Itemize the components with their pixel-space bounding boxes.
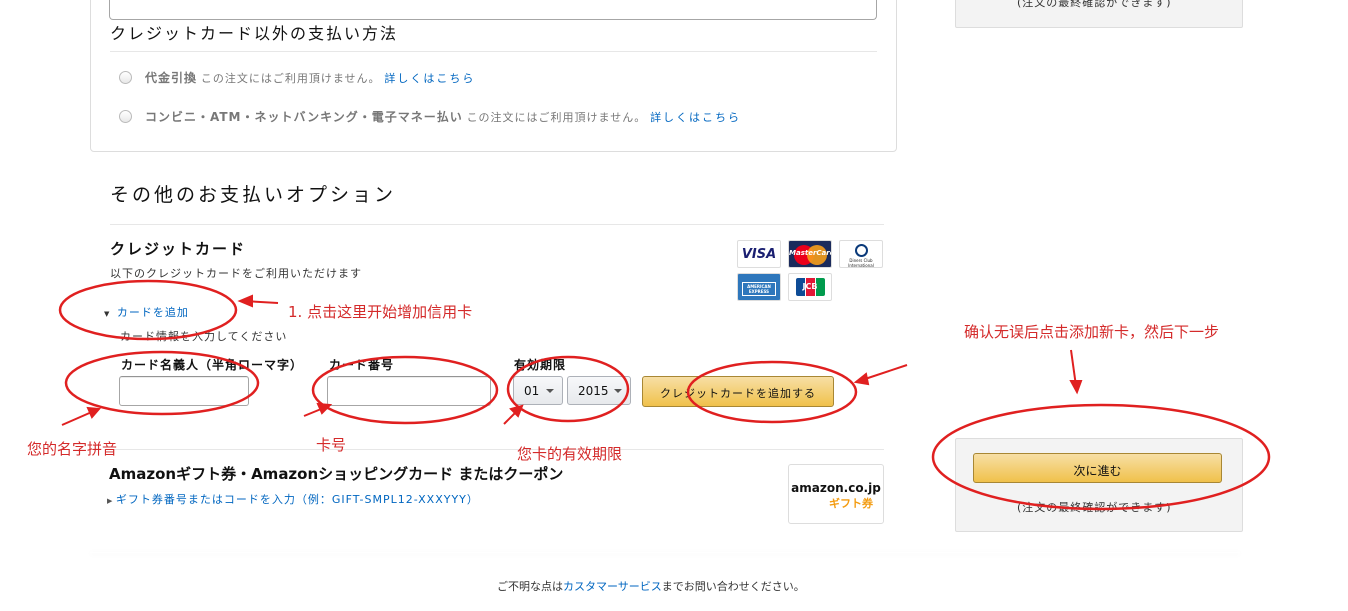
cod-row: 代金引換 この注文にはご利用頂けません。 詳しくはこちら: [145, 69, 475, 86]
cod-note: この注文にはご利用頂けません。: [200, 72, 381, 85]
arrow-confirm: [1070, 349, 1077, 387]
diners-logo: Diners Club International: [839, 240, 883, 268]
arrow-number: [303, 406, 327, 417]
other-methods-heading: クレジットカード以外の支払い方法: [110, 24, 399, 43]
annotation-number: 卡号: [316, 436, 347, 454]
card-instructions: カード情報を入力してください: [120, 330, 288, 343]
cardholder-name-input[interactable]: [119, 376, 249, 406]
arrow-name: [61, 410, 95, 426]
triangle-right-icon: ▶: [107, 497, 113, 505]
konbini-radio[interactable]: [119, 110, 132, 123]
customer-service-link[interactable]: カスタマーサービス: [563, 580, 662, 593]
divider: [110, 51, 877, 52]
annotation-confirm: 确认无误后点击添加新卡，然后下一步: [964, 323, 1220, 341]
sidebar-top-note: (注文の最終確認ができます): [1017, 0, 1172, 9]
expiry-year-select[interactable]: 2015: [567, 376, 631, 405]
annotation-step1: 1. 点击这里开始增加信用卡: [288, 303, 473, 321]
konbini-note: この注文にはご利用頂けません。: [466, 111, 647, 124]
annotation-expiry: 您卡的有效期限: [517, 445, 623, 463]
chevron-down-icon: [614, 389, 622, 393]
sidebar-bottom-note: (注文の最終確認ができます): [1017, 501, 1172, 514]
triangle-down-icon: ▼: [104, 310, 110, 318]
konbini-row: コンビニ・ATM・ネットバンキング・電子マネー払い この注文にはご利用頂けません…: [145, 108, 741, 125]
next-button[interactable]: 次に進む: [973, 453, 1222, 483]
gift-code-toggle[interactable]: ▶ ギフト券番号またはコードを入力（例：GIFT-SMPL12-XXXYYY）: [107, 491, 479, 507]
add-card-link[interactable]: カードを追加: [117, 306, 189, 319]
credit-card-title: クレジットカード: [110, 240, 247, 258]
credit-card-subtitle: 以下のクレジットカードをご利用いただけます: [110, 267, 362, 280]
konbini-details-link[interactable]: 詳しくはこちら: [650, 111, 741, 124]
cod-label: 代金引換: [145, 71, 198, 85]
card-number-input[interactable]: [327, 376, 491, 406]
konbini-label: コンビニ・ATM・ネットバンキング・電子マネー払い: [145, 110, 463, 124]
expiry-label: 有効期限: [514, 358, 567, 372]
arrow-expiry: [503, 409, 519, 425]
expiry-month-select[interactable]: 01: [513, 376, 563, 405]
divider: [110, 449, 884, 450]
arrow-add-button: [861, 364, 908, 381]
footer-help-text: ご不明な点はカスタマーサービスまでお問い合わせください。: [497, 580, 805, 593]
cardholder-name-label: カード名義人（半角ローマ字）: [121, 358, 304, 372]
jcb-logo: JCB: [788, 273, 832, 301]
gift-title: Amazonギフト券・Amazonショッピングカード またはクーポン: [109, 465, 564, 483]
arrow-step1: [243, 300, 279, 304]
gift-code-link[interactable]: ギフト券番号またはコードを入力（例：GIFT-SMPL12-XXXYYY）: [116, 493, 479, 506]
mastercard-logo: MasterCard: [788, 240, 832, 268]
cod-radio[interactable]: [119, 71, 132, 84]
amazon-gift-logo: amazon.co.jp ギフト券: [788, 464, 884, 524]
footer-shadow: [90, 552, 1240, 553]
add-card-toggle[interactable]: ▼ カードを追加: [104, 304, 189, 320]
cod-details-link[interactable]: 詳しくはこちら: [384, 72, 475, 85]
visa-logo: VISA: [737, 240, 781, 268]
divider: [110, 224, 884, 225]
annotation-name: 您的名字拼音: [27, 440, 118, 458]
previous-field-bottom: [109, 0, 877, 20]
other-options-heading: その他のお支払いオプション: [110, 184, 397, 206]
chevron-down-icon: [546, 389, 554, 393]
add-credit-card-button[interactable]: クレジットカードを追加する: [642, 376, 834, 407]
amex-logo: AMERICAN EXPRESS: [737, 273, 781, 301]
card-number-label: カード番号: [329, 358, 395, 372]
